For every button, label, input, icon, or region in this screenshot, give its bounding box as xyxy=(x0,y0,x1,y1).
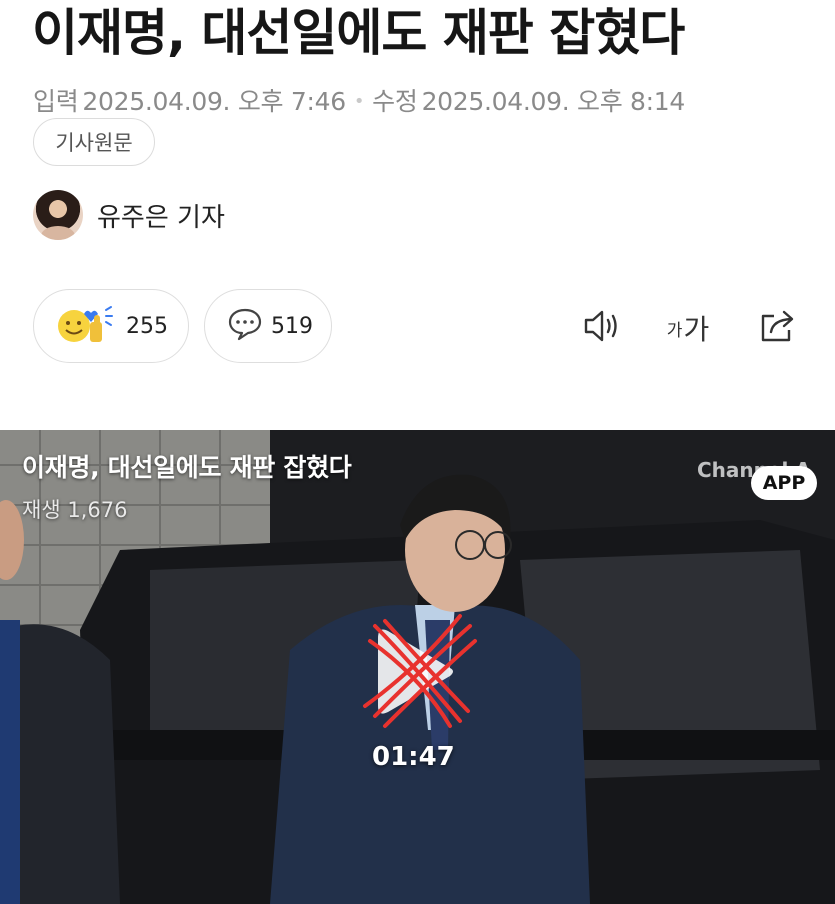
audio-button[interactable] xyxy=(578,306,626,350)
font-size-large-label: 가 xyxy=(683,313,710,346)
play-button[interactable] xyxy=(350,606,480,736)
speech-bubble-icon xyxy=(227,307,263,345)
video-title: 이재명, 대선일에도 재판 잡혔다 xyxy=(22,453,352,482)
comment-button[interactable]: 519 xyxy=(204,289,332,363)
modified-label: 수정 xyxy=(372,87,418,116)
app-button[interactable]: APP xyxy=(751,466,817,500)
reaction-count: 255 xyxy=(126,313,168,339)
reaction-button[interactable]: 255 xyxy=(33,289,189,363)
share-icon xyxy=(757,306,799,350)
date-separator: • xyxy=(353,91,365,112)
video-player[interactable]: 이재명, 대선일에도 재판 잡혔다 재생 1,676 Channel A APP… xyxy=(0,430,835,904)
play-icon xyxy=(363,614,477,728)
input-date: 2025.04.09. 오후 7:46 xyxy=(82,87,346,116)
comment-count: 519 xyxy=(271,313,313,339)
share-button[interactable] xyxy=(755,306,801,350)
smiley-thumbs-icon xyxy=(54,302,118,350)
article-headline: 이재명, 대선일에도 재판 잡혔다 xyxy=(32,4,685,62)
input-label: 입력 xyxy=(33,87,79,116)
reporter-avatar xyxy=(33,190,83,240)
modified-date: 2025.04.09. 오후 8:14 xyxy=(421,87,686,116)
article-dates: 입력 2025.04.09. 오후 7:46 • 수정 2025.04.09. 오후 8… xyxy=(33,82,825,118)
original-article-button[interactable]: 기사원문 xyxy=(33,118,155,166)
video-view-count: 재생 1,676 xyxy=(22,498,128,522)
reporter-byline[interactable]: 유주은 기자 xyxy=(33,190,225,240)
font-size-button[interactable]: 가가 xyxy=(662,306,714,350)
font-size-small-label: 가 xyxy=(666,320,683,341)
video-duration: 01:47 xyxy=(372,742,455,772)
speaker-icon xyxy=(580,306,624,350)
article-page: 이재명, 대선일에도 재판 잡혔다 입력 2025.04.09. 오후 7:46 •… xyxy=(0,0,835,904)
reporter-name: 유주은 기자 xyxy=(97,202,225,233)
